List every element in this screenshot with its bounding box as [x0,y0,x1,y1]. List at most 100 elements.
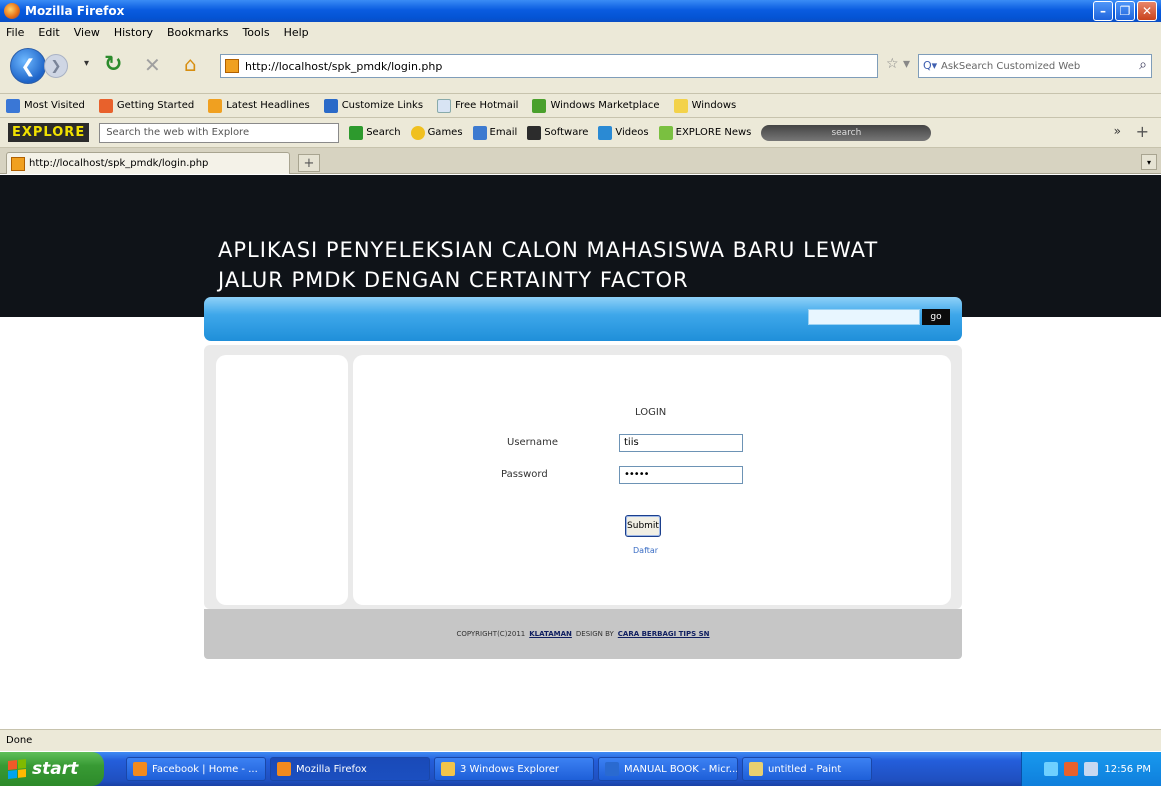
close-button[interactable]: ✕ [1137,1,1157,21]
navigation-toolbar: ❮ ❯ ▾ ↻ ✕ ⌂ http://localhost/spk_pmdk/lo… [0,42,1161,94]
minimize-button[interactable]: – [1093,1,1113,21]
bookmark-icon [98,98,113,113]
register-link[interactable]: Daftar [633,546,658,555]
history-dropdown-icon[interactable]: ▾ [84,58,89,69]
bookmark-windows-marketplace[interactable]: Windows Marketplace [532,98,660,113]
menu-view[interactable]: View [74,26,100,39]
magnifier-icon[interactable]: ⌕ [1139,57,1147,73]
bookmark-most-visited[interactable]: Most Visited [6,98,85,113]
radio-player[interactable]: search [761,124,932,141]
bookmark-free-hotmail[interactable]: Free Hotmail [437,98,518,113]
login-heading: LOGIN [635,407,667,418]
task-word[interactable]: MANUAL BOOK - Micr... [598,757,738,781]
site-nav-bar: go [204,297,962,341]
bookmark-star-icon[interactable]: ☆ ▾ [886,56,910,72]
tab-label: http://localhost/spk_pmdk/login.php [29,158,209,169]
menu-help[interactable]: Help [284,26,309,39]
task-windows-explorer[interactable]: 3 Windows Explorer [434,757,594,781]
volume-icon[interactable] [1084,762,1099,776]
bookmark-customize-links[interactable]: Customize Links [323,98,423,113]
site-search-button[interactable]: go [922,309,950,325]
menu-tools[interactable]: Tools [242,26,269,39]
footer-link-author[interactable]: KLATAMAN [529,630,572,638]
toolbar-news[interactable]: EXPLORE News [658,125,751,140]
taskbar-tasks: Facebook | Home - ... Mozilla Firefox 3 … [126,757,872,781]
folder-icon [441,762,455,776]
task-firefox[interactable]: Mozilla Firefox [270,757,430,781]
tab-login[interactable]: http://localhost/spk_pmdk/login.php [6,152,290,174]
tab-strip: http://localhost/spk_pmdk/login.php + ▾ [0,148,1161,174]
bookmark-windows[interactable]: Windows [673,98,736,113]
explore-logo[interactable]: EXPLORE [8,123,90,142]
tab-favicon-icon [11,157,25,171]
bookmark-latest-headlines[interactable]: Latest Headlines [208,98,310,113]
home-icon[interactable]: ⌂ [184,52,197,76]
toolbar-videos[interactable]: Videos [598,125,649,140]
bookmark-getting-started[interactable]: Getting Started [98,98,194,113]
status-text: Done [6,735,33,746]
toolbar-search[interactable]: Search [349,125,401,140]
submit-button[interactable]: Submit [625,515,661,537]
toolbar-search-input[interactable]: Search the web with Explore [99,122,340,143]
paint-icon [749,762,763,776]
task-paint[interactable]: untitled - Paint [742,757,872,781]
clock: 12:56 PM [1104,763,1151,775]
disk-icon [527,125,542,140]
forward-button[interactable]: ❯ [44,54,68,78]
firefox-icon [4,3,20,19]
tab-list-icon[interactable]: ▾ [1141,154,1157,170]
task-facebook[interactable]: Facebook | Home - ... [126,757,266,781]
login-panel: LOGIN Username tiis Password ••••• Submi… [353,355,951,605]
window-title: Mozilla Firefox [25,4,125,18]
video-icon [598,125,613,140]
system-tray: 12:56 PM [1021,752,1161,786]
bookmarks-toolbar: Most Visited Getting Started Latest Head… [0,94,1161,118]
windows-icon [532,98,547,113]
site-search-input[interactable] [808,309,920,325]
search-box[interactable]: Q▾ AskSearch Customized Web ⌕ [918,54,1152,78]
windows-taskbar: start Facebook | Home - ... Mozilla Fire… [0,752,1161,786]
page-icon [437,98,452,113]
firefox-icon [133,762,147,776]
page-favicon-icon [225,59,239,73]
toolbar-overflow-icon[interactable]: » [1114,124,1121,138]
network-icon[interactable] [1044,762,1059,776]
back-button[interactable]: ❮ [10,48,46,84]
site-header: APLIKASI PENYELEKSIAN CALON MAHASISWA BA… [0,175,1161,317]
explore-toolbar: EXPLORE Search the web with Explore Sear… [0,118,1161,148]
menu-bookmarks[interactable]: Bookmarks [167,26,228,39]
menu-history[interactable]: History [114,26,153,39]
menu-file[interactable]: File [6,26,24,39]
menu-edit[interactable]: Edit [38,26,59,39]
footer-design-by: DESIGN BY [575,630,614,638]
footer-link-designer[interactable]: CARA BERBAGI TIPS SN [618,630,710,638]
new-tab-button[interactable]: + [298,154,320,172]
games-icon [410,125,425,140]
window-controls: – ❐ ✕ [1093,1,1157,21]
username-input[interactable]: tiis [619,434,743,452]
tray-app-icon[interactable] [1064,762,1079,776]
toolbar-software[interactable]: Software [527,125,588,140]
window-title-bar: Mozilla Firefox – ❐ ✕ [0,0,1161,22]
email-icon [472,125,487,140]
toolbar-email[interactable]: Email [472,125,517,140]
main-container: LOGIN Username tiis Password ••••• Submi… [204,345,962,609]
toolbar-games[interactable]: Games [410,125,463,140]
toolbar-add-icon[interactable]: + [1136,122,1149,141]
firefox-icon [277,762,291,776]
maximize-button[interactable]: ❐ [1115,1,1135,21]
bookmark-icon [323,98,338,113]
address-bar[interactable]: http://localhost/spk_pmdk/login.php [220,54,878,78]
address-text: http://localhost/spk_pmdk/login.php [245,59,443,73]
start-button[interactable]: start [0,752,104,786]
menu-bar: File Edit View History Bookmarks Tools H… [0,22,1161,42]
word-icon [605,762,619,776]
search-engine-icon[interactable]: Q▾ [923,59,937,72]
rss-icon [208,98,223,113]
page-content: APLIKASI PENYELEKSIAN CALON MAHASISWA BA… [0,175,1161,729]
reload-icon[interactable]: ↻ [104,52,122,77]
bookmark-icon [6,98,20,113]
stop-icon[interactable]: ✕ [144,53,161,77]
folder-icon [673,98,688,113]
password-input[interactable]: ••••• [619,466,743,484]
